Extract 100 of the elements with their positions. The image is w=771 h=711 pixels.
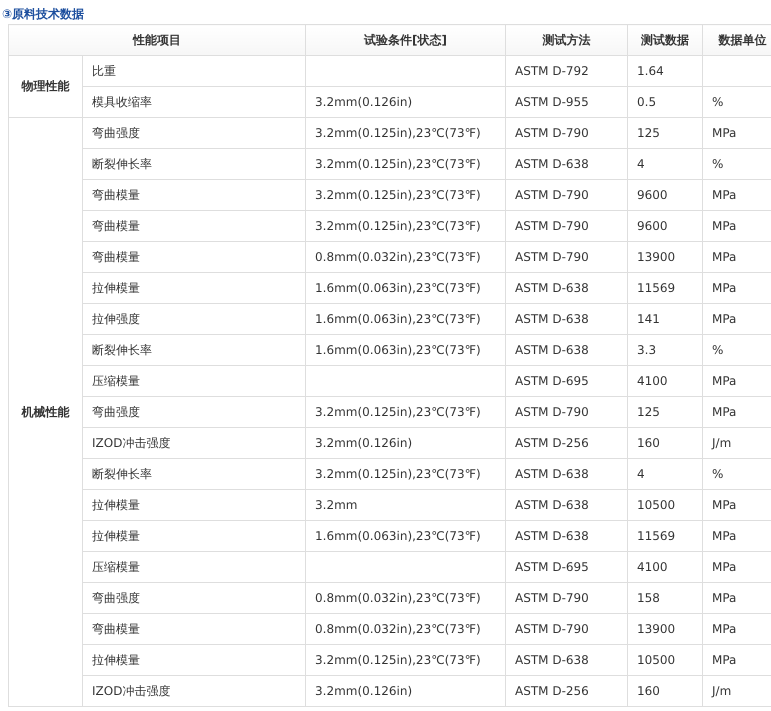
- table-cell: 弯曲强度: [82, 582, 306, 614]
- table-cell: ASTM D-638: [506, 148, 628, 180]
- table-cell: ASTM D-638: [506, 458, 628, 490]
- table-cell: 4100: [628, 552, 702, 582]
- table-cell: 弯曲模量: [82, 242, 306, 272]
- table-cell: 弯曲模量: [82, 180, 306, 210]
- table-cell: ASTM D-790: [506, 582, 628, 614]
- table-cell: 弯曲模量: [82, 210, 306, 242]
- table-cell: MPa: [702, 490, 771, 520]
- table-cell: 3.2mm(0.126in): [306, 86, 506, 118]
- column-header: 测试数据: [628, 24, 702, 56]
- table-cell: 断裂伸长率: [82, 334, 306, 366]
- table-cell: 10500: [628, 644, 702, 676]
- column-header: 测试方法: [506, 24, 628, 56]
- table-cell: 比重: [82, 56, 306, 86]
- table-cell: MPa: [702, 304, 771, 334]
- table-cell: 1.6mm(0.063in),23℃(73℉): [306, 520, 506, 552]
- table-cell: ASTM D-256: [506, 428, 628, 458]
- table-cell: 0.8mm(0.032in),23℃(73℉): [306, 242, 506, 272]
- table-cell: 9600: [628, 180, 702, 210]
- table-cell: 3.2mm(0.125in),23℃(73℉): [306, 458, 506, 490]
- table-cell: 拉伸模量: [82, 272, 306, 304]
- table-cell: ASTM D-790: [506, 210, 628, 242]
- table-cell: 0.8mm(0.032in),23℃(73℉): [306, 582, 506, 614]
- table-cell: 0.5: [628, 86, 702, 118]
- group-cell: 物理性能: [8, 56, 82, 118]
- table-cell: 141: [628, 304, 702, 334]
- table-cell: 3.2mm(0.125in),23℃(73℉): [306, 180, 506, 210]
- table-cell: ASTM D-638: [506, 490, 628, 520]
- table-cell: %: [702, 458, 771, 490]
- table-cell: 3.2mm(0.126in): [306, 676, 506, 706]
- section-title: ③原料技术数据: [1, 6, 86, 23]
- table-cell: 4: [628, 148, 702, 180]
- table-cell: ASTM D-955: [506, 86, 628, 118]
- table-cell: 压缩模量: [82, 366, 306, 396]
- table-cell: 拉伸模量: [82, 490, 306, 520]
- table-cell: 13900: [628, 614, 702, 644]
- table-cell: ASTM D-256: [506, 676, 628, 706]
- table-cell: MPa: [702, 520, 771, 552]
- table-cell: 9600: [628, 210, 702, 242]
- table-cell: 模具收缩率: [82, 86, 306, 118]
- table-cell: 断裂伸长率: [82, 458, 306, 490]
- column-header: 性能项目: [8, 24, 306, 56]
- table-cell: 1.6mm(0.063in),23℃(73℉): [306, 304, 506, 334]
- table-cell: 4: [628, 458, 702, 490]
- table-cell: 160: [628, 428, 702, 458]
- table-cell: 弯曲强度: [82, 118, 306, 148]
- table-cell: ASTM D-695: [506, 552, 628, 582]
- table-cell: 10500: [628, 490, 702, 520]
- table-cell: 压缩模量: [82, 552, 306, 582]
- table-cell: MPa: [702, 242, 771, 272]
- table-cell: MPa: [702, 582, 771, 614]
- table-cell: MPa: [702, 366, 771, 396]
- table-cell: MPa: [702, 552, 771, 582]
- table-cell: MPa: [702, 644, 771, 676]
- table-cell: 弯曲强度: [82, 396, 306, 428]
- table-cell: 断裂伸长率: [82, 148, 306, 180]
- table-cell: 158: [628, 582, 702, 614]
- table-cell: 13900: [628, 242, 702, 272]
- table-cell: 3.2mm(0.125in),23℃(73℉): [306, 396, 506, 428]
- table-cell: 3.2mm(0.125in),23℃(73℉): [306, 210, 506, 242]
- table-cell: J/m: [702, 428, 771, 458]
- table-cell: 1.6mm(0.063in),23℃(73℉): [306, 334, 506, 366]
- table-cell: MPa: [702, 180, 771, 210]
- table-cell: 3.2mm(0.125in),23℃(73℉): [306, 148, 506, 180]
- table-cell: ASTM D-638: [506, 520, 628, 552]
- table-cell: 4100: [628, 366, 702, 396]
- table-cell: 拉伸模量: [82, 520, 306, 552]
- table-cell: MPa: [702, 272, 771, 304]
- table-cell: 11569: [628, 520, 702, 552]
- table-cell: 3.2mm(0.126in): [306, 428, 506, 458]
- table-cell: ASTM D-792: [506, 56, 628, 86]
- table-cell: 1.64: [628, 56, 702, 86]
- table-cell: 11569: [628, 272, 702, 304]
- table-cell: 1.6mm(0.063in),23℃(73℉): [306, 272, 506, 304]
- table-cell: 3.3: [628, 334, 702, 366]
- table-cell: 弯曲模量: [82, 614, 306, 644]
- table-cell: J/m: [702, 676, 771, 706]
- table-cell: ASTM D-638: [506, 272, 628, 304]
- group-cell: 机械性能: [8, 118, 82, 706]
- table-cell: 拉伸强度: [82, 304, 306, 334]
- table-cell: 3.2mm(0.125in),23℃(73℉): [306, 118, 506, 148]
- table-cell: 3.2mm: [306, 490, 506, 520]
- table-cell: MPa: [702, 210, 771, 242]
- table-cell: %: [702, 86, 771, 118]
- table-cell: 3.2mm(0.125in),23℃(73℉): [306, 644, 506, 676]
- table-cell: IZOD冲击强度: [82, 676, 306, 706]
- table-cell: %: [702, 334, 771, 366]
- table-cell: ASTM D-790: [506, 180, 628, 210]
- table-cell: ASTM D-790: [506, 242, 628, 272]
- table-cell: MPa: [702, 614, 771, 644]
- table-cell: ASTM D-790: [506, 614, 628, 644]
- column-header: 试验条件[状态]: [306, 24, 506, 56]
- table-cell: 0.8mm(0.032in),23℃(73℉): [306, 614, 506, 644]
- table-cell: ASTM D-638: [506, 304, 628, 334]
- table-cell: IZOD冲击强度: [82, 428, 306, 458]
- table-cell: MPa: [702, 396, 771, 428]
- table-cell: ASTM D-638: [506, 644, 628, 676]
- table-cell: 125: [628, 396, 702, 428]
- column-header: 数据单位: [702, 24, 771, 56]
